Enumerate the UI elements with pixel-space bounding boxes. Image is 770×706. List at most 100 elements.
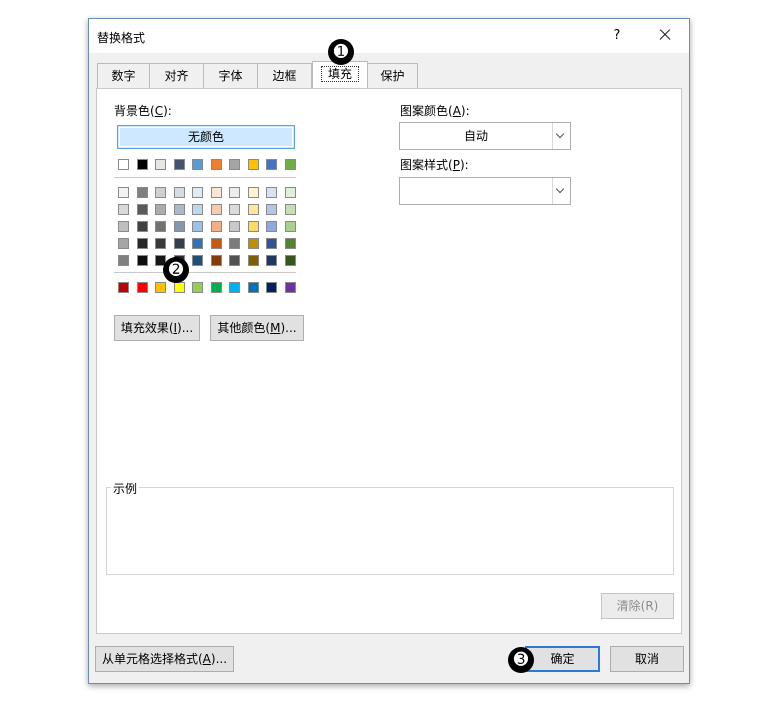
- sample-group: 示例: [106, 480, 674, 575]
- color-swatch[interactable]: [136, 159, 148, 170]
- color-swatch[interactable]: [173, 282, 185, 293]
- tab-font[interactable]: 字体: [203, 63, 258, 88]
- color-swatch[interactable]: [284, 238, 296, 249]
- color-swatch[interactable]: [284, 159, 296, 170]
- color-swatch[interactable]: [192, 204, 203, 215]
- color-swatch[interactable]: [247, 221, 259, 232]
- pattern-color-value: 自动: [463, 129, 488, 143]
- fill-panel: 背景色(C): 无颜色 填充效果(I)... 其他颜色(M)... 图案颜色(A…: [96, 88, 682, 634]
- color-swatch[interactable]: [266, 238, 277, 249]
- replace-format-dialog: 替换格式 ? 数字 对齐 字体 边框 填充 保护 背景色(C): 无颜色 填充效…: [88, 18, 690, 684]
- color-swatch[interactable]: [266, 159, 277, 170]
- close-icon[interactable]: [655, 25, 675, 45]
- pattern-style-select[interactable]: [399, 177, 571, 205]
- color-swatch[interactable]: [210, 187, 222, 198]
- color-swatch[interactable]: [229, 159, 240, 170]
- step-marker-3: ➌: [508, 647, 534, 673]
- color-swatch[interactable]: [136, 221, 148, 232]
- color-swatch[interactable]: [192, 187, 203, 198]
- color-swatch[interactable]: [173, 221, 185, 232]
- color-swatch[interactable]: [266, 221, 277, 232]
- color-swatch[interactable]: [118, 204, 129, 215]
- color-swatch[interactable]: [266, 255, 277, 266]
- chevron-down-icon[interactable]: [552, 123, 570, 149]
- color-swatch[interactable]: [210, 204, 222, 215]
- step-marker-2: ➋: [163, 257, 189, 283]
- color-swatch[interactable]: [136, 187, 148, 198]
- tab-number[interactable]: 数字: [97, 63, 150, 88]
- color-swatch[interactable]: [136, 282, 148, 293]
- help-button[interactable]: ?: [609, 28, 625, 43]
- cancel-button[interactable]: 取消: [610, 646, 684, 672]
- color-swatch[interactable]: [284, 204, 296, 215]
- color-swatch[interactable]: [229, 187, 240, 198]
- color-swatch[interactable]: [192, 282, 203, 293]
- color-swatch[interactable]: [136, 204, 148, 215]
- color-swatch[interactable]: [284, 187, 296, 198]
- color-swatch[interactable]: [173, 187, 185, 198]
- sample-label: 示例: [111, 480, 140, 497]
- color-swatch[interactable]: [266, 187, 277, 198]
- choose-format-from-cell-button[interactable]: 从单元格选择格式(A)...: [95, 646, 234, 672]
- color-swatch[interactable]: [284, 282, 296, 293]
- color-swatch[interactable]: [247, 238, 259, 249]
- color-swatch[interactable]: [192, 238, 203, 249]
- color-swatch[interactable]: [247, 159, 259, 170]
- pattern-color-label: 图案颜色(A):: [400, 104, 470, 118]
- color-swatch[interactable]: [118, 282, 129, 293]
- color-swatch[interactable]: [136, 238, 148, 249]
- tab-border[interactable]: 边框: [257, 63, 312, 88]
- color-swatch[interactable]: [173, 204, 185, 215]
- color-swatch[interactable]: [155, 159, 166, 170]
- step-marker-1: ➊: [328, 39, 354, 65]
- color-swatch[interactable]: [210, 159, 222, 170]
- color-swatch[interactable]: [192, 159, 203, 170]
- color-swatch[interactable]: [229, 204, 240, 215]
- tab-protection[interactable]: 保护: [367, 63, 418, 88]
- color-swatch[interactable]: [155, 187, 166, 198]
- color-swatch[interactable]: [192, 255, 203, 266]
- color-swatch[interactable]: [155, 282, 166, 293]
- color-swatch[interactable]: [118, 221, 129, 232]
- color-swatch[interactable]: [284, 255, 296, 266]
- pattern-color-select[interactable]: 自动: [399, 122, 571, 150]
- color-swatch[interactable]: [266, 282, 277, 293]
- color-swatch[interactable]: [118, 187, 129, 198]
- color-swatch[interactable]: [155, 221, 166, 232]
- pattern-style-label: 图案样式(P):: [400, 158, 469, 172]
- color-swatch[interactable]: [192, 221, 203, 232]
- color-swatch[interactable]: [118, 159, 129, 170]
- color-swatch[interactable]: [173, 159, 185, 170]
- color-swatch[interactable]: [155, 238, 166, 249]
- color-swatch[interactable]: [266, 204, 277, 215]
- color-swatch[interactable]: [247, 204, 259, 215]
- color-swatch[interactable]: [118, 238, 129, 249]
- tab-fill[interactable]: 填充: [312, 61, 368, 88]
- color-swatch[interactable]: [247, 282, 259, 293]
- color-swatch[interactable]: [229, 221, 240, 232]
- palette-separator-1: [114, 177, 296, 178]
- color-swatch[interactable]: [136, 255, 148, 266]
- color-swatch[interactable]: [155, 204, 166, 215]
- color-swatch[interactable]: [210, 282, 222, 293]
- color-swatch[interactable]: [210, 238, 222, 249]
- color-swatch[interactable]: [284, 221, 296, 232]
- ok-button[interactable]: 确定: [525, 646, 600, 672]
- color-swatch[interactable]: [173, 238, 185, 249]
- color-swatch[interactable]: [210, 221, 222, 232]
- color-swatch[interactable]: [118, 255, 129, 266]
- clear-button[interactable]: 清除(R): [601, 593, 674, 619]
- more-colors-button[interactable]: 其他颜色(M)...: [210, 315, 304, 341]
- color-swatch[interactable]: [247, 255, 259, 266]
- chevron-down-icon[interactable]: [552, 178, 570, 204]
- no-color-button[interactable]: 无颜色: [117, 125, 295, 149]
- fill-effects-button[interactable]: 填充效果(I)...: [114, 315, 200, 341]
- color-swatch[interactable]: [210, 255, 222, 266]
- color-swatch[interactable]: [229, 238, 240, 249]
- dialog-title: 替换格式: [97, 31, 146, 45]
- color-swatch[interactable]: [229, 282, 240, 293]
- tab-alignment[interactable]: 对齐: [149, 63, 204, 88]
- color-swatch[interactable]: [229, 255, 240, 266]
- color-swatch[interactable]: [247, 187, 259, 198]
- palette-separator-2: [114, 272, 296, 273]
